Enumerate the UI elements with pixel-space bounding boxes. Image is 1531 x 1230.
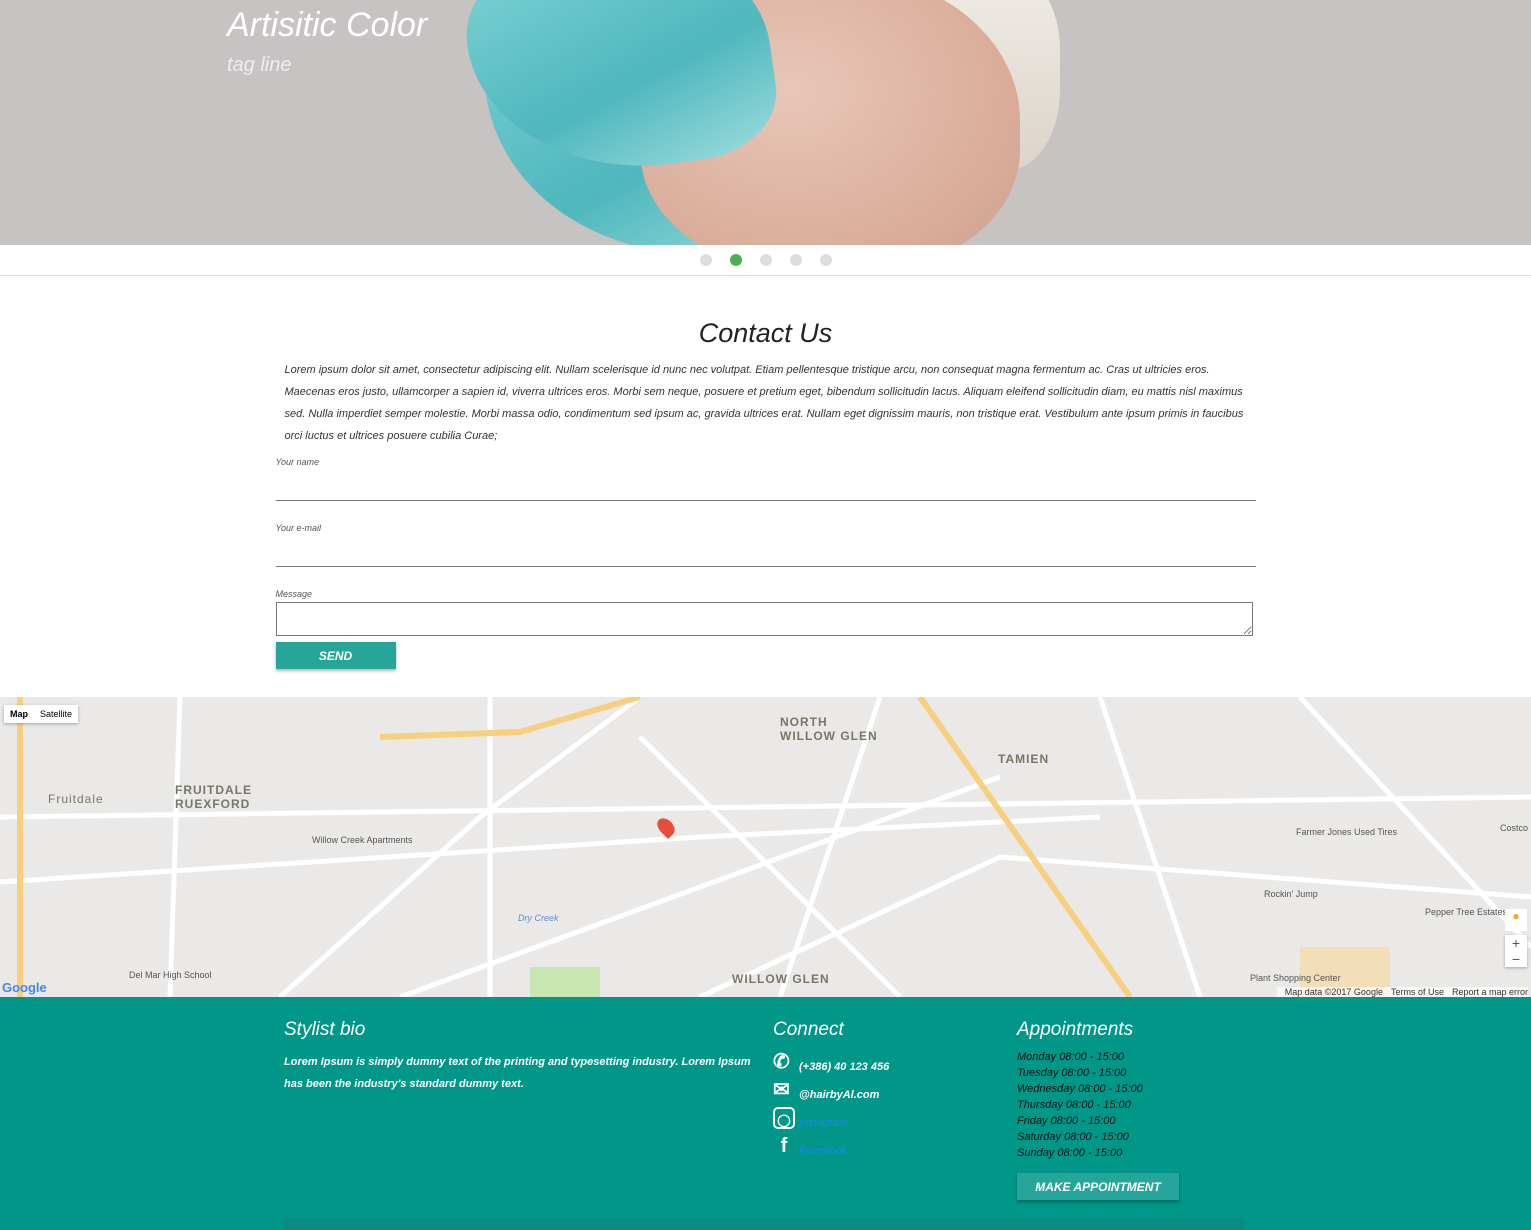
- map-label: Willow Creek Apartments: [312, 835, 413, 845]
- map-label: Costco: [1500, 823, 1529, 833]
- hero-tagline: tag line: [227, 54, 292, 76]
- map-type-satellite[interactable]: Satellite: [34, 705, 78, 723]
- facebook-icon: f: [780, 1135, 788, 1157]
- name-label: Your name: [275, 457, 320, 467]
- slider-dot[interactable]: [699, 254, 712, 266]
- map-label: Fruitdale: [48, 792, 104, 806]
- street-view-icon[interactable]: ●: [1505, 909, 1527, 931]
- hours-item: Wednesday 08:00 - 15:00: [1017, 1083, 1143, 1095]
- make-appointment-button[interactable]: MAKE APPOINTMENT: [1017, 1173, 1179, 1200]
- message-field[interactable]: Message: [275, 589, 1256, 636]
- contact-section: Contact Us Lorem ipsum dolor sit amet, c…: [275, 276, 1256, 669]
- hours-item: Tuesday 08:00 - 15:00: [1017, 1067, 1127, 1079]
- bio-text: Lorem Ipsum is simply dummy text of the …: [284, 1056, 751, 1090]
- email-field[interactable]: Your e-mail: [275, 523, 1256, 567]
- zoom-out-button[interactable]: −: [1505, 951, 1527, 967]
- map[interactable]: Map Satellite NORTH WILLOW GLEN TAMIEN FR…: [0, 697, 1531, 997]
- slider-dot[interactable]: [789, 254, 802, 266]
- email-label: Your e-mail: [275, 523, 322, 533]
- contact-title: Contact Us: [698, 318, 833, 348]
- hero-slider: Artisitic Color tag line: [0, 0, 1531, 245]
- hours-item: Friday 08:00 - 15:00: [1017, 1115, 1116, 1127]
- contact-text: Lorem ipsum dolor sit amet, consectetur …: [284, 364, 1244, 442]
- footer-bar: [284, 1218, 1244, 1230]
- facebook-link[interactable]: Facebook: [799, 1145, 847, 1157]
- hours-item: Saturday 08:00 - 15:00: [1017, 1131, 1129, 1143]
- map-label: Farmer Jones Used Tires: [1296, 827, 1398, 837]
- zoom-in-button[interactable]: +: [1505, 935, 1527, 951]
- hours-list: Monday 08:00 - 15:00 Tuesday 08:00 - 15:…: [1017, 1049, 1179, 1161]
- name-field[interactable]: Your name: [275, 457, 1256, 501]
- bio-title: Stylist bio: [284, 1019, 366, 1040]
- map-roads: [0, 697, 1531, 997]
- zoom-control: + −: [1505, 935, 1527, 967]
- map-label: Rockin' Jump: [1264, 889, 1318, 899]
- map-attribution: Map data ©2017 Google Terms of Use Report …: [1276, 987, 1528, 997]
- hero-title: Artisitic Color: [227, 6, 428, 44]
- slider-dots: [0, 245, 1531, 276]
- appointments-title: Appointments: [1017, 1019, 1134, 1040]
- phone-number: (+386) 40 123 456: [799, 1061, 890, 1073]
- map-label: Del Mar High School: [129, 970, 212, 980]
- slider-dot-active[interactable]: [729, 254, 742, 266]
- hours-item: Monday 08:00 - 15:00: [1017, 1051, 1125, 1063]
- map-label: Pepper Tree Estates: [1425, 907, 1508, 917]
- map-type-map[interactable]: Map: [4, 705, 34, 723]
- slider-dot[interactable]: [759, 254, 772, 266]
- instagram-link[interactable]: Instagram: [799, 1117, 848, 1129]
- map-type-control: Map Satellite: [4, 705, 79, 723]
- map-label: Plant Shopping Center: [1250, 973, 1341, 983]
- appointments-section: Appointments Monday 08:00 - 15:00 Tuesda…: [1017, 1019, 1179, 1200]
- connect-section: Connect ✆ (+386) 40 123 456 ✉ @hairbyAl.co…: [773, 1019, 889, 1157]
- report-link[interactable]: Report a map error: [1452, 987, 1528, 997]
- message-input[interactable]: [275, 602, 1253, 636]
- hours-item: Sunday 08:00 - 15:00: [1017, 1147, 1123, 1159]
- terms-link[interactable]: Terms of Use: [1391, 987, 1444, 997]
- name-input[interactable]: [275, 467, 1256, 501]
- slider-dot[interactable]: [819, 254, 832, 266]
- email-icon: ✉: [773, 1079, 790, 1101]
- footer: Stylist bio Lorem Ipsum is simply dummy …: [0, 997, 1531, 1230]
- connect-title: Connect: [773, 1019, 844, 1040]
- map-label: WILLOW GLEN: [732, 972, 830, 986]
- google-logo: Google: [2, 980, 47, 995]
- phone-icon: ✆: [773, 1051, 790, 1073]
- map-label: Dry Creek: [518, 913, 559, 923]
- hours-item: Thursday 08:00 - 15:00: [1017, 1099, 1131, 1111]
- send-button[interactable]: SEND: [275, 642, 396, 669]
- stylist-bio: Stylist bio Lorem Ipsum is simply dummy …: [284, 1019, 754, 1095]
- map-label: FRUITDALE RUEXFORD: [175, 783, 252, 811]
- instagram-icon: ◯: [773, 1107, 795, 1129]
- email-input[interactable]: [275, 533, 1256, 567]
- map-label: NORTH WILLOW GLEN: [780, 715, 878, 743]
- email-address[interactable]: @hairbyAl.com: [799, 1089, 879, 1101]
- message-label: Message: [275, 589, 313, 599]
- map-label: TAMIEN: [998, 752, 1050, 766]
